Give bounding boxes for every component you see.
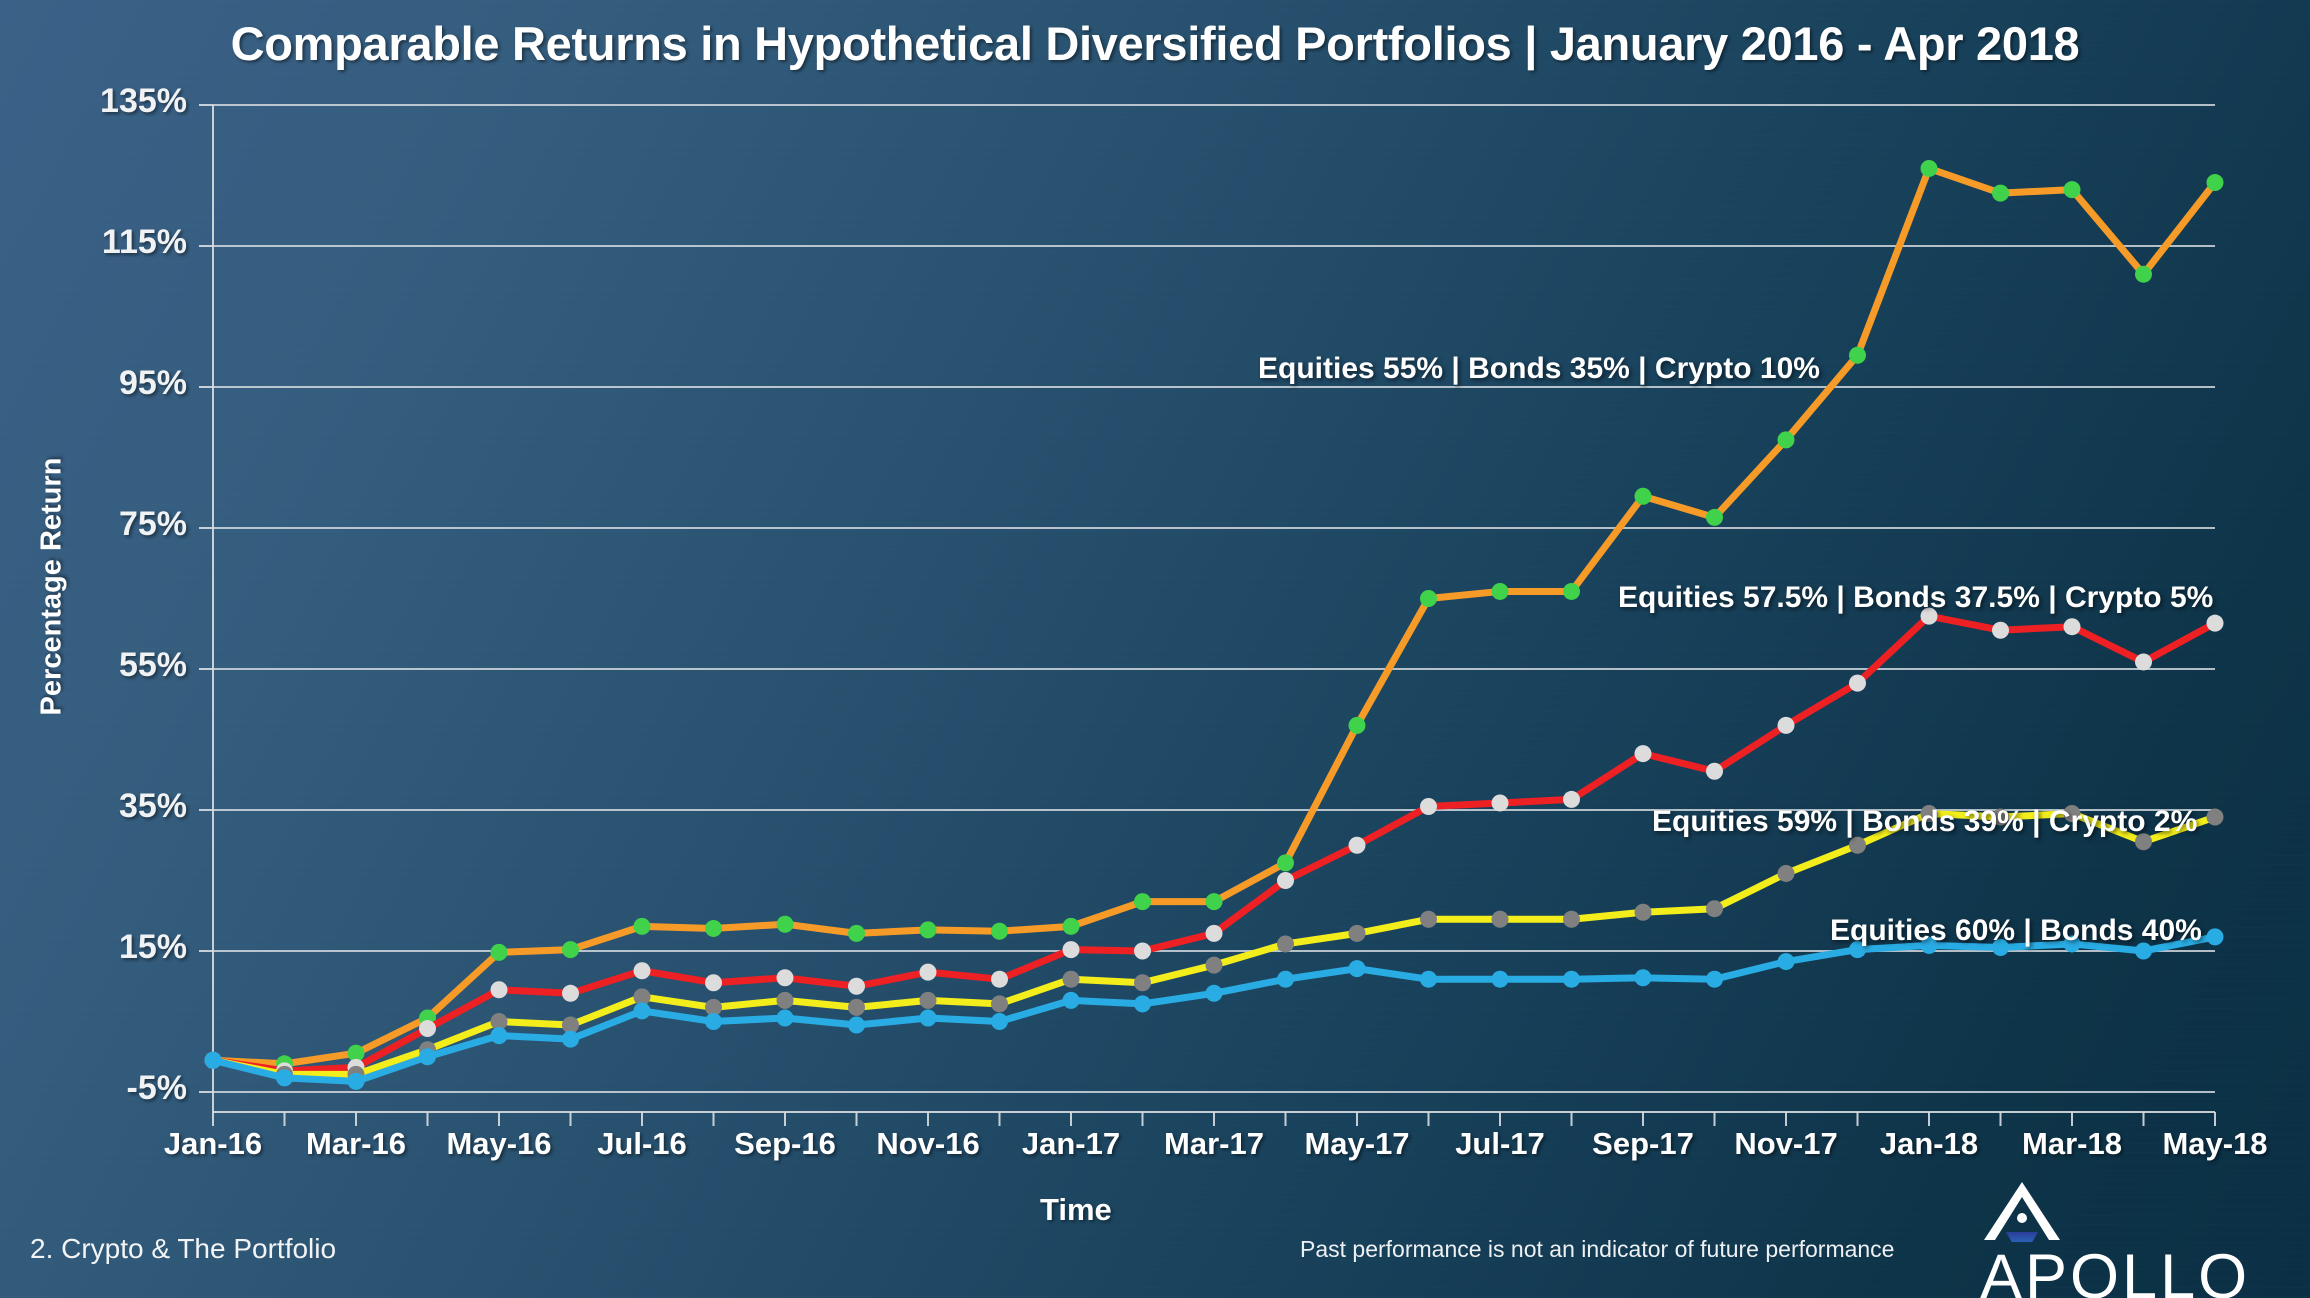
apollo-capital-logo: APOLLO CAPITAL xyxy=(1980,1178,2310,1298)
y-axis-tick-label: 115% xyxy=(101,223,187,261)
y-axis-tick-label: 95% xyxy=(118,364,187,402)
logo-text: APOLLO xyxy=(1980,1242,2251,1298)
annot-crypto-10: Equities 55% | Bonds 35% | Crypto 10% xyxy=(1258,352,1820,385)
page-title: Comparable Returns in Hypothetical Diver… xyxy=(230,17,2080,70)
annot-crypto-2: Equities 59% | Bonds 39% | Crypto 2% xyxy=(1652,805,2198,838)
y-axis-tick-label: 135% xyxy=(100,82,187,120)
y-axis-tick-label: 15% xyxy=(118,928,187,966)
chart-slide: Comparable Returns in Hypothetical Diver… xyxy=(0,0,2310,1298)
chart-series xyxy=(204,607,2224,1080)
x-axis-tick-label: May-18 xyxy=(2162,1126,2268,1161)
disclaimer-text: Past performance is not an indicator of … xyxy=(1300,1236,1895,1262)
y-axis-tick-label: 55% xyxy=(118,646,187,684)
annot-crypto-0: Equities 60% | Bonds 40% xyxy=(1830,914,2202,947)
y-axis-tick-label: 35% xyxy=(118,787,187,825)
apollo-triangle-mark-icon xyxy=(1984,1182,2060,1260)
footer-section-label: 2. Crypto & The Portfolio xyxy=(30,1233,337,1264)
x-axis-label: Time xyxy=(1040,1192,1112,1227)
logo-wordmark: APOLLO xyxy=(1980,1178,2310,1298)
chart-plot-area xyxy=(199,104,2224,1126)
y-axis-tick-label: 75% xyxy=(118,505,187,543)
axis-tick-marks xyxy=(199,104,2216,1126)
annot-crypto-5: Equities 57.5% | Bonds 37.5% | Crypto 5% xyxy=(1618,581,2214,614)
y-axis-tick-label: -5% xyxy=(126,1069,187,1107)
